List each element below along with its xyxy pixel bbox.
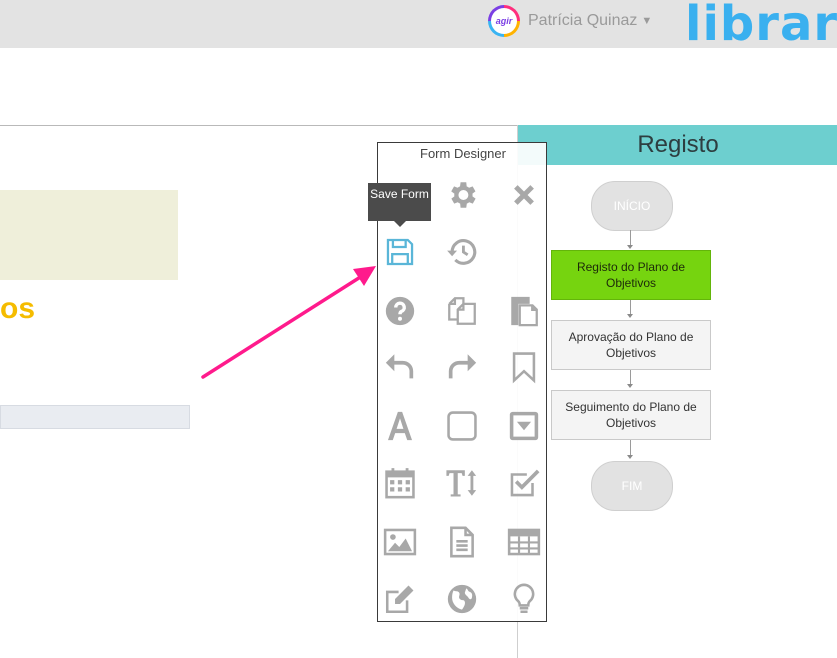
save-form-tooltip: Save Form — [368, 183, 431, 221]
copy-button[interactable] — [442, 291, 482, 331]
bookmark-icon — [512, 352, 536, 384]
input-field[interactable] — [0, 405, 190, 429]
arrow-head — [627, 245, 633, 249]
checkbox-tool[interactable] — [504, 463, 544, 503]
save-icon — [386, 238, 414, 266]
table-icon — [507, 528, 541, 556]
paste-button[interactable] — [504, 291, 544, 331]
flow-node-aprovacao[interactable]: Aprovação do Plano de Objetivos — [551, 320, 711, 370]
avatar-text: agir — [491, 8, 517, 34]
dropdown-tool[interactable] — [504, 406, 544, 446]
avatar: agir — [488, 5, 520, 37]
connector — [630, 230, 631, 246]
tip-tool[interactable] — [504, 579, 544, 619]
paste-icon — [511, 296, 538, 327]
edit-icon — [385, 585, 414, 614]
checkbox-icon — [510, 469, 540, 497]
copy-icon — [448, 297, 476, 325]
text-size-icon — [446, 470, 477, 497]
heading-fragment: os — [0, 292, 36, 325]
calendar-icon — [385, 468, 415, 499]
history-button[interactable] — [442, 232, 482, 272]
connector — [630, 300, 631, 315]
image-icon — [383, 528, 417, 556]
flow-node-seguimento[interactable]: Seguimento do Plano de Objetivos — [551, 390, 711, 440]
close-button[interactable] — [504, 175, 544, 215]
tooltip-pointer — [394, 221, 406, 227]
lightbulb-icon — [513, 583, 535, 614]
gear-icon — [451, 182, 476, 208]
text-icon — [387, 411, 413, 441]
undo-icon — [385, 354, 414, 379]
flow-title: Registo — [518, 125, 837, 165]
user-menu[interactable]: agir Patrícia Quinaz ▼ — [488, 4, 652, 38]
history-icon — [447, 239, 477, 265]
flow-node-start[interactable]: INÍCIO — [591, 181, 673, 231]
designer-title: Form Designer — [420, 146, 506, 161]
date-tool[interactable] — [380, 463, 420, 503]
save-form-button[interactable] — [380, 232, 420, 272]
user-name: Patrícia Quinaz — [528, 12, 638, 29]
settings-button[interactable] — [442, 175, 482, 215]
divider — [0, 125, 517, 126]
text-field-tool[interactable] — [380, 406, 420, 446]
arrow-head — [627, 455, 633, 459]
flow-node-registo[interactable]: Registo do Plano de Objetivos — [551, 250, 711, 300]
flow-panel: Registo INÍCIO Registo do Plano de Objet… — [517, 125, 837, 658]
redo-button[interactable] — [442, 347, 482, 387]
info-block — [0, 190, 178, 280]
flow-node-end[interactable]: FIM — [591, 461, 673, 511]
close-icon — [514, 185, 534, 205]
help-button[interactable] — [380, 291, 420, 331]
edit-tool[interactable] — [380, 579, 420, 619]
arrow-head — [627, 314, 633, 318]
logo: library — [685, 0, 837, 52]
web-tool[interactable] — [442, 579, 482, 619]
dropdown-icon — [509, 411, 539, 441]
redo-icon — [448, 354, 477, 379]
table-tool[interactable] — [504, 522, 544, 562]
box-tool[interactable] — [442, 406, 482, 446]
document-icon — [450, 526, 474, 558]
help-icon — [385, 296, 415, 326]
arrow-head — [627, 384, 633, 388]
top-bar: agir Patrícia Quinaz ▼ library — [0, 0, 837, 52]
document-tool[interactable] — [442, 522, 482, 562]
globe-icon — [447, 584, 477, 614]
bookmark-button[interactable] — [504, 347, 544, 387]
connector — [630, 370, 631, 385]
chevron-down-icon: ▼ — [641, 15, 653, 27]
square-icon — [447, 411, 477, 441]
image-tool[interactable] — [380, 522, 420, 562]
connector — [630, 440, 631, 456]
text-size-tool[interactable] — [442, 463, 482, 503]
undo-button[interactable] — [380, 347, 420, 387]
